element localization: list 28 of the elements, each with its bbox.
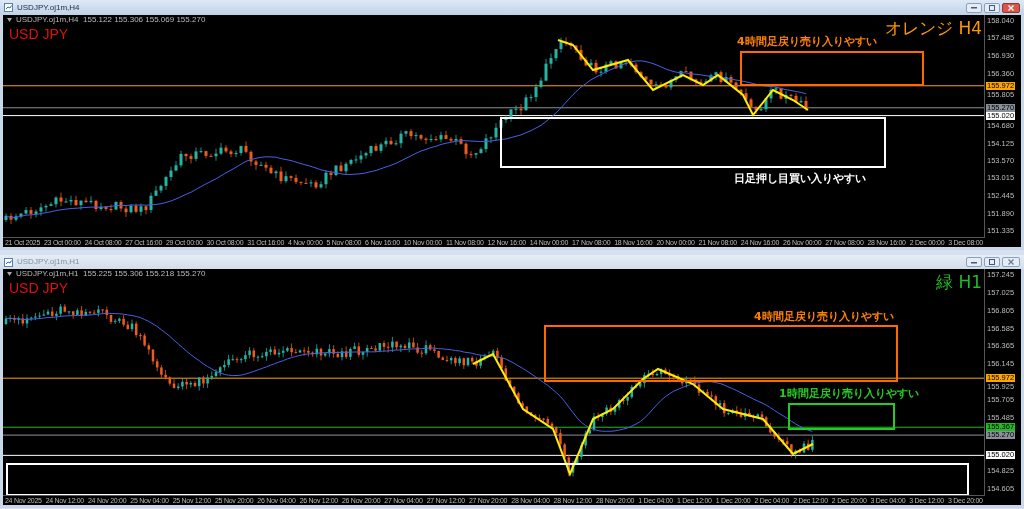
symbol-label: USD JPY [9, 27, 69, 41]
close-button[interactable] [1002, 2, 1020, 13]
dropdown-arrow-icon[interactable] [7, 18, 12, 22]
timeframe-label: オレンジ H4 [885, 20, 982, 37]
annotation-text: 4時間足戻り売り入りやすい [737, 36, 877, 47]
maximize-button[interactable] [984, 2, 1000, 13]
maximize-button[interactable] [984, 257, 1000, 267]
close-icon [1008, 259, 1014, 265]
minimize-button[interactable] [966, 2, 982, 13]
chart-info: USDJPY.oj1m,H4 155.122 155.306 155.069 155.270 [16, 16, 206, 24]
chart-window-icon [4, 257, 13, 267]
minimize-icon [971, 260, 977, 264]
dropdown-arrow-icon[interactable] [7, 272, 12, 276]
chart-window-icon [4, 3, 13, 12]
minimize-button[interactable] [966, 257, 982, 267]
timeframe-label: 緑 H1 [936, 274, 982, 291]
window-title: USDJPY.oj1m,H1 [17, 256, 80, 268]
chart-info: USDJPY.oj1m,H1 155.225 155.306 155.218 155.270 [16, 270, 206, 278]
minimize-icon [971, 6, 977, 9]
restore-icon [989, 259, 995, 265]
annotation-text: 日足押し目買い入りやすい [734, 173, 866, 184]
close-button[interactable] [1002, 257, 1020, 267]
window-title: USDJPY.oj1m,H4 [17, 1, 80, 14]
restore-icon [989, 4, 995, 11]
annotation-text: 1時間足戻り売り入りやすい [779, 388, 919, 399]
close-icon [1008, 4, 1014, 11]
symbol-label: USD JPY [9, 281, 69, 295]
annotation-text: 4時間足戻り売り入りやすい [754, 311, 894, 322]
